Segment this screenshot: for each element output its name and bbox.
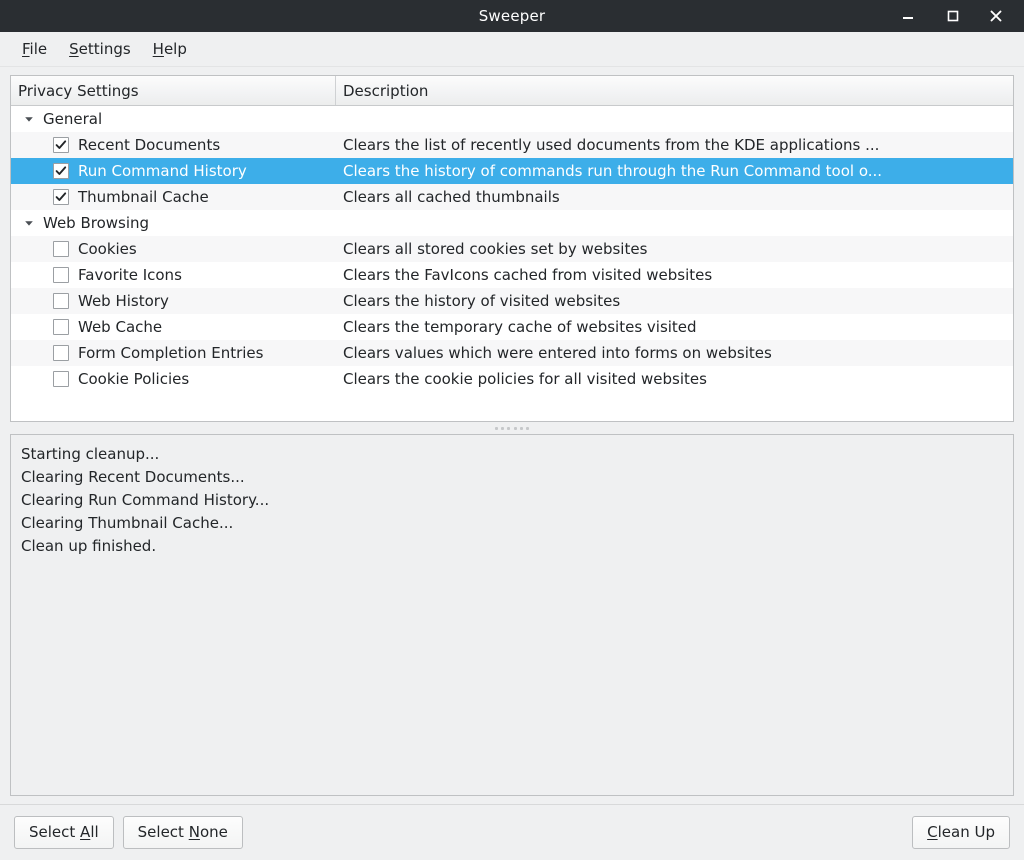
tree-item-description: Clears the FavIcons cached from visited … <box>343 266 713 284</box>
chevron-down-icon[interactable] <box>21 215 37 231</box>
tree-item-description: Clears all stored cookies set by website… <box>343 240 648 258</box>
maximize-button[interactable] <box>930 0 974 32</box>
menu-bar: File Settings Help <box>0 32 1024 67</box>
splitter-grip-icon <box>495 426 529 430</box>
cleanup-log-panel: Starting cleanup... Clearing Recent Docum… <box>10 434 1014 796</box>
tree-item-checkbox[interactable] <box>53 241 69 257</box>
tree-item-name-cell: Run Command History <box>11 162 336 180</box>
menu-accel-help: H <box>152 40 164 58</box>
close-button[interactable] <box>974 0 1018 32</box>
tree-header: Privacy Settings Description <box>11 76 1013 106</box>
menu-accel-settings: S <box>69 40 79 58</box>
tree-item-row[interactable]: Favorite Icons Clears the FavIcons cached… <box>11 262 1013 288</box>
tree-item-description: Clears the history of commands run throu… <box>343 162 883 180</box>
tree-item-name-cell: Cookies <box>11 240 336 258</box>
window-title: Sweeper <box>478 7 546 25</box>
tree-item-description: Clears all cached thumbnails <box>343 188 560 206</box>
sweeper-window: Sweeper File Settings Help Privacy Setti… <box>0 0 1024 860</box>
column-header-privacy-settings[interactable]: Privacy Settings <box>11 76 336 105</box>
tree-item-label: Form Completion Entries <box>78 344 264 362</box>
tree-item-label: Web Cache <box>78 318 163 336</box>
panel-splitter[interactable] <box>10 422 1014 434</box>
menu-item-help[interactable]: Help <box>143 37 197 61</box>
main-content: Privacy Settings Description General Rece… <box>0 67 1024 796</box>
tree-item-label: Web History <box>78 292 169 310</box>
select-none-post: one <box>199 823 228 841</box>
close-icon <box>989 9 1003 23</box>
tree-item-checkbox[interactable] <box>53 267 69 283</box>
select-all-post: ll <box>90 823 99 841</box>
tree-item-description: Clears the history of visited websites <box>343 292 621 310</box>
tree-item-row[interactable]: Web Cache Clears the temporary cache of w… <box>11 314 1013 340</box>
minimize-button[interactable] <box>886 0 930 32</box>
tree-rows: General Recent Documents Clears the list o… <box>11 106 1013 421</box>
log-line: Starting cleanup... <box>21 445 160 463</box>
clean-up-post: lean Up <box>937 823 995 841</box>
tree-item-label: Favorite Icons <box>78 266 182 284</box>
tree-group-row[interactable]: General <box>11 106 1013 132</box>
tree-item-checkbox[interactable] <box>53 137 69 153</box>
tree-group-name-cell: General <box>11 110 336 128</box>
menu-label-settings: ettings <box>78 40 131 58</box>
tree-item-checkbox[interactable] <box>53 189 69 205</box>
tree-item-checkbox[interactable] <box>53 345 69 361</box>
tree-item-row[interactable]: Recent Documents Clears the list of recen… <box>11 132 1013 158</box>
bottom-button-bar: Select All Select None Clean Up <box>0 804 1024 860</box>
tree-item-row[interactable]: Cookies Clears all stored cookies set by … <box>11 236 1013 262</box>
menu-accel-file: F <box>22 40 30 58</box>
tree-item-checkbox[interactable] <box>53 319 69 335</box>
tree-item-name-cell: Form Completion Entries <box>11 344 336 362</box>
tree-item-description: Clears the cookie policies for all visit… <box>343 370 707 388</box>
tree-item-label: Thumbnail Cache <box>78 188 209 206</box>
log-line: Clearing Run Command History... <box>21 491 270 509</box>
tree-group-label: General <box>43 110 103 128</box>
tree-item-label: Run Command History <box>78 162 247 180</box>
tree-item-label: Cookies <box>78 240 137 258</box>
tree-item-label: Recent Documents <box>78 136 221 154</box>
tree-item-description: Clears the temporary cache of websites v… <box>343 318 697 336</box>
clean-up-accel: C <box>927 823 938 841</box>
log-line: Clearing Recent Documents... <box>21 468 245 486</box>
select-all-accel: A <box>80 823 91 841</box>
tree-group-label: Web Browsing <box>43 214 150 232</box>
tree-item-checkbox[interactable] <box>53 371 69 387</box>
tree-item-label: Cookie Policies <box>78 370 190 388</box>
select-all-button[interactable]: Select All <box>14 816 114 849</box>
tree-item-row[interactable]: Web History Clears the history of visited… <box>11 288 1013 314</box>
tree-item-name-cell: Web History <box>11 292 336 310</box>
tree-item-name-cell: Cookie Policies <box>11 370 336 388</box>
tree-group-row[interactable]: Web Browsing <box>11 210 1013 236</box>
select-all-pre: Select <box>29 823 81 841</box>
tree-item-checkbox[interactable] <box>53 163 69 179</box>
chevron-down-icon[interactable] <box>21 111 37 127</box>
tree-item-row[interactable]: Form Completion Entries Clears values whi… <box>11 340 1013 366</box>
select-none-button[interactable]: Select None <box>122 816 243 849</box>
title-bar: Sweeper <box>0 0 1024 32</box>
window-controls <box>886 0 1018 32</box>
menu-label-help: elp <box>163 40 187 58</box>
menu-label-file: ile <box>29 40 48 58</box>
menu-item-settings[interactable]: Settings <box>59 37 141 61</box>
minimize-icon <box>901 9 915 23</box>
log-line: Clearing Thumbnail Cache... <box>21 514 234 532</box>
tree-item-name-cell: Thumbnail Cache <box>11 188 336 206</box>
log-line: Clean up finished. <box>21 537 157 555</box>
tree-item-row[interactable]: Cookie Policies Clears the cookie policie… <box>11 366 1013 392</box>
tree-item-name-cell: Favorite Icons <box>11 266 336 284</box>
privacy-settings-tree[interactable]: Privacy Settings Description General Rece… <box>10 75 1014 422</box>
select-none-pre: Select <box>137 823 189 841</box>
tree-group-name-cell: Web Browsing <box>11 214 336 232</box>
tree-item-description: Clears the list of recently used documen… <box>343 136 880 154</box>
select-none-accel: N <box>188 823 200 841</box>
tree-item-checkbox[interactable] <box>53 293 69 309</box>
tree-item-row[interactable]: Run Command History Clears the history of… <box>11 158 1013 184</box>
menu-item-file[interactable]: File <box>12 37 57 61</box>
tree-item-row[interactable]: Thumbnail Cache Clears all cached thumbna… <box>11 184 1013 210</box>
tree-item-name-cell: Web Cache <box>11 318 336 336</box>
tree-item-name-cell: Recent Documents <box>11 136 336 154</box>
tree-item-description: Clears values which were entered into fo… <box>343 344 772 362</box>
column-header-description[interactable]: Description <box>336 76 1013 105</box>
clean-up-button[interactable]: Clean Up <box>912 816 1010 849</box>
maximize-icon <box>945 9 959 23</box>
